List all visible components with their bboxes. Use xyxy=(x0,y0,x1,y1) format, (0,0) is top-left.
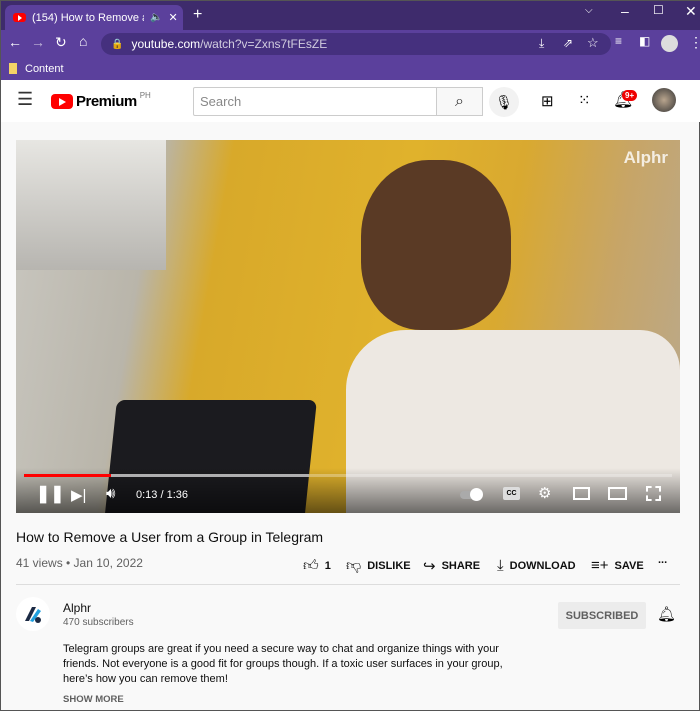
side-panel-icon[interactable]: ◧ xyxy=(639,34,650,48)
dislike-button[interactable]: 👎︎ DISLIKE xyxy=(346,557,411,575)
close-window-icon[interactable]: ✕ xyxy=(685,3,697,20)
divider xyxy=(16,584,680,585)
search-input[interactable]: Search xyxy=(193,87,437,116)
menu-icon[interactable]: ⋮ xyxy=(689,34,700,51)
home-icon[interactable]: ⌂ xyxy=(79,33,87,49)
subscriber-count: 470 subscribers xyxy=(63,617,134,628)
region-label: PH xyxy=(139,91,151,100)
channel-avatar[interactable] xyxy=(16,597,50,631)
share-icon: ↪ xyxy=(423,558,436,575)
miniplayer-icon[interactable] xyxy=(573,487,590,500)
tab-title: (154) How to Remove a User xyxy=(32,11,144,24)
download-button[interactable]: ⤓ DOWNLOAD xyxy=(497,557,576,574)
browser-tab[interactable]: (154) How to Remove a User 🔈 ✕ xyxy=(5,5,183,30)
minimize-icon[interactable]: – xyxy=(621,3,629,19)
reload-icon[interactable]: ↻ xyxy=(55,34,67,51)
video-scene-ceiling xyxy=(16,140,166,270)
notification-badge: 9+ xyxy=(622,90,638,101)
user-avatar[interactable] xyxy=(652,88,676,112)
youtube-favicon-icon xyxy=(13,13,26,22)
profile-avatar[interactable] xyxy=(661,35,678,52)
folder-icon xyxy=(9,63,17,74)
tab-search-icon[interactable]: ⌵ xyxy=(585,5,593,16)
video-description: Telegram groups are great if you need a … xyxy=(63,643,503,685)
settings-gear-icon[interactable]: ⚙ xyxy=(538,484,551,502)
video-stats: 41 views • Jan 10, 2022 xyxy=(16,556,143,570)
bookmark-content[interactable]: Content xyxy=(25,63,64,75)
played-bar xyxy=(24,474,112,477)
download-label: DOWNLOAD xyxy=(509,559,576,572)
playlist-add-icon: ≡+ xyxy=(591,557,609,574)
tab-close-icon[interactable]: ✕ xyxy=(168,11,177,24)
channel-name[interactable]: Alphr xyxy=(63,601,91,615)
video-player[interactable]: Alphr ❚❚ ▶| 🔊︎ 0:13 / 1:36 CC ⚙ xyxy=(16,140,680,513)
share-button[interactable]: ↪ SHARE xyxy=(423,557,480,575)
bookmarks-bar: Content xyxy=(1,57,700,80)
bookmark-star-icon[interactable]: ☆ xyxy=(587,35,599,51)
download-icon: ⤓ xyxy=(497,557,504,574)
thumbs-down-icon: 👎︎ xyxy=(346,557,362,574)
next-icon[interactable]: ▶| xyxy=(71,486,86,504)
volume-icon[interactable]: 🔊︎ xyxy=(106,485,115,502)
autoplay-toggle[interactable] xyxy=(460,488,483,501)
install-icon[interactable]: ⤓ xyxy=(539,36,544,51)
subscribed-button[interactable]: SUBSCRIBED xyxy=(558,602,646,629)
more-actions-button[interactable]: ... xyxy=(658,554,667,566)
youtube-header: ☰ Premium PH Search ⌕ 🎙 ⊞ ⁙ 🔔︎ 9+ xyxy=(1,80,700,122)
share-page-icon[interactable]: ⇗ xyxy=(563,36,573,50)
youtube-logo[interactable]: Premium PH xyxy=(51,91,151,110)
back-icon[interactable]: ← xyxy=(8,34,22,50)
watermark: Alphr xyxy=(623,148,668,167)
fullscreen-icon[interactable] xyxy=(646,486,661,501)
voice-search-button[interactable]: 🎙 xyxy=(489,87,519,117)
toolbar: ← → ↻ ⌂ 🔒 youtube.com/watch?v=Zxns7tFEsZ… xyxy=(1,30,700,57)
progress-bar[interactable] xyxy=(24,474,672,477)
video-scene-person-hair xyxy=(361,160,511,330)
create-video-icon[interactable]: ⊞ xyxy=(541,92,554,110)
time-display: 0:13 / 1:36 xyxy=(136,489,188,501)
maximize-icon[interactable]: ☐ xyxy=(653,3,664,17)
share-label: SHARE xyxy=(441,560,481,572)
apps-grid-icon[interactable]: ⁙ xyxy=(578,91,591,109)
dislike-label: DISLIKE xyxy=(367,560,411,572)
lock-icon: 🔒 xyxy=(111,38,124,50)
channel-bell-icon[interactable]: 🔔︎ xyxy=(657,605,676,623)
new-tab-icon[interactable]: + xyxy=(193,6,202,24)
address-bar[interactable]: 🔒 youtube.com/watch?v=Zxns7tFEsZE ⤓ ⇗ ☆ xyxy=(101,33,611,55)
hamburger-menu-icon[interactable]: ☰ xyxy=(17,89,33,110)
video-title: How to Remove a User from a Group in Tel… xyxy=(16,529,324,545)
forward-icon[interactable]: → xyxy=(31,34,45,50)
search-icon: ⌕ xyxy=(455,92,464,110)
pause-icon[interactable]: ❚❚ xyxy=(36,484,65,504)
thumbs-up-icon: 👍︎ xyxy=(303,557,319,574)
like-button[interactable]: 👍︎ 1 xyxy=(303,557,331,575)
tab-strip: (154) How to Remove a User 🔈 ✕ + ⌵ – ☐ ✕ xyxy=(1,1,700,30)
save-button[interactable]: ≡+ SAVE xyxy=(591,557,644,574)
media-control-icon[interactable]: ≡ xyxy=(615,34,622,48)
like-count: 1 xyxy=(324,560,331,572)
show-more-button[interactable]: SHOW MORE xyxy=(63,694,124,705)
search-button[interactable]: ⌕ xyxy=(436,87,483,116)
audio-icon[interactable]: 🔈 xyxy=(150,12,162,23)
mic-icon: 🎙 xyxy=(495,93,513,110)
url-domain: youtube.com xyxy=(131,37,201,51)
theater-mode-icon[interactable] xyxy=(608,487,627,500)
player-controls: ❚❚ ▶| 🔊︎ 0:13 / 1:36 CC ⚙ xyxy=(16,468,680,513)
url-path: /watch?v=Zxns7tFEsZE xyxy=(200,37,328,51)
logo-text: Premium xyxy=(76,93,137,110)
alphr-logo-icon xyxy=(25,607,41,623)
captions-icon[interactable]: CC xyxy=(503,487,520,500)
save-label: SAVE xyxy=(614,559,644,572)
